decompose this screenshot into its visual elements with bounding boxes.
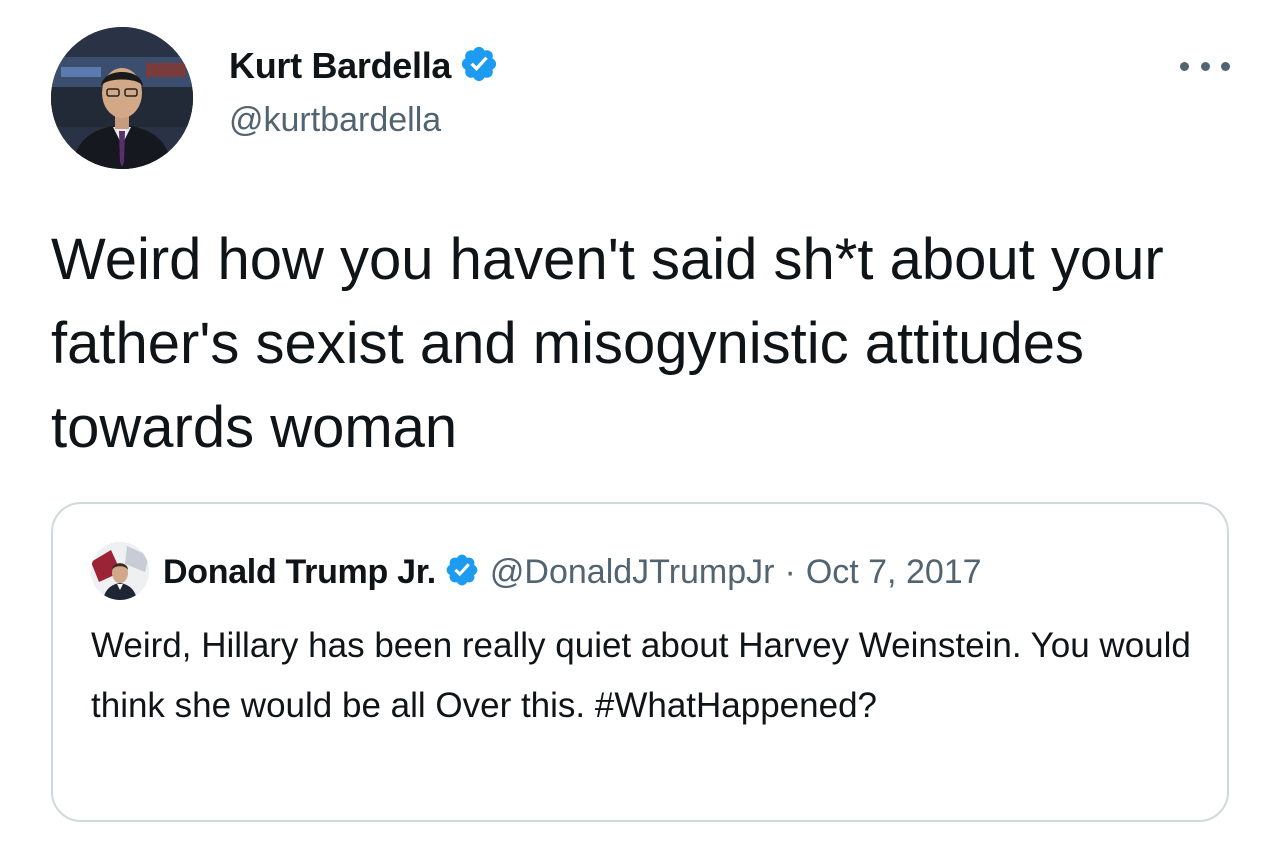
- quoted-header: Donald Trump Jr. @DonaldJTrumpJr · Oct 7…: [163, 548, 982, 596]
- author-name-row[interactable]: Kurt Bardella: [229, 42, 499, 90]
- separator-dot: ·: [784, 552, 796, 591]
- quoted-author-avatar[interactable]: [91, 542, 149, 600]
- tweet-card: Kurt Bardella @kurtbardella Weird how yo…: [0, 0, 1280, 844]
- author-avatar[interactable]: [51, 27, 193, 169]
- author-name[interactable]: Kurt Bardella: [229, 45, 451, 87]
- quoted-author-handle[interactable]: @DonaldJTrumpJr: [490, 553, 775, 592]
- tweet-text: Weird how you haven't said sh*t about yo…: [51, 227, 1164, 460]
- more-options-icon[interactable]: [1180, 56, 1230, 76]
- quoted-date[interactable]: Oct 7, 2017: [806, 553, 982, 592]
- dot-icon: [1200, 61, 1210, 71]
- verified-badge-icon: [459, 44, 499, 89]
- verified-badge-icon: [444, 552, 480, 593]
- quoted-author-name[interactable]: Donald Trump Jr.: [163, 553, 436, 592]
- author-handle[interactable]: @kurtbardella: [229, 101, 441, 140]
- dot-icon: [1221, 61, 1230, 71]
- quoted-tweet-text: Weird, Hillary has been really quiet abo…: [91, 626, 1191, 725]
- quoted-tweet[interactable]: Donald Trump Jr. @DonaldJTrumpJr · Oct 7…: [51, 502, 1229, 822]
- dot-icon: [1180, 61, 1189, 71]
